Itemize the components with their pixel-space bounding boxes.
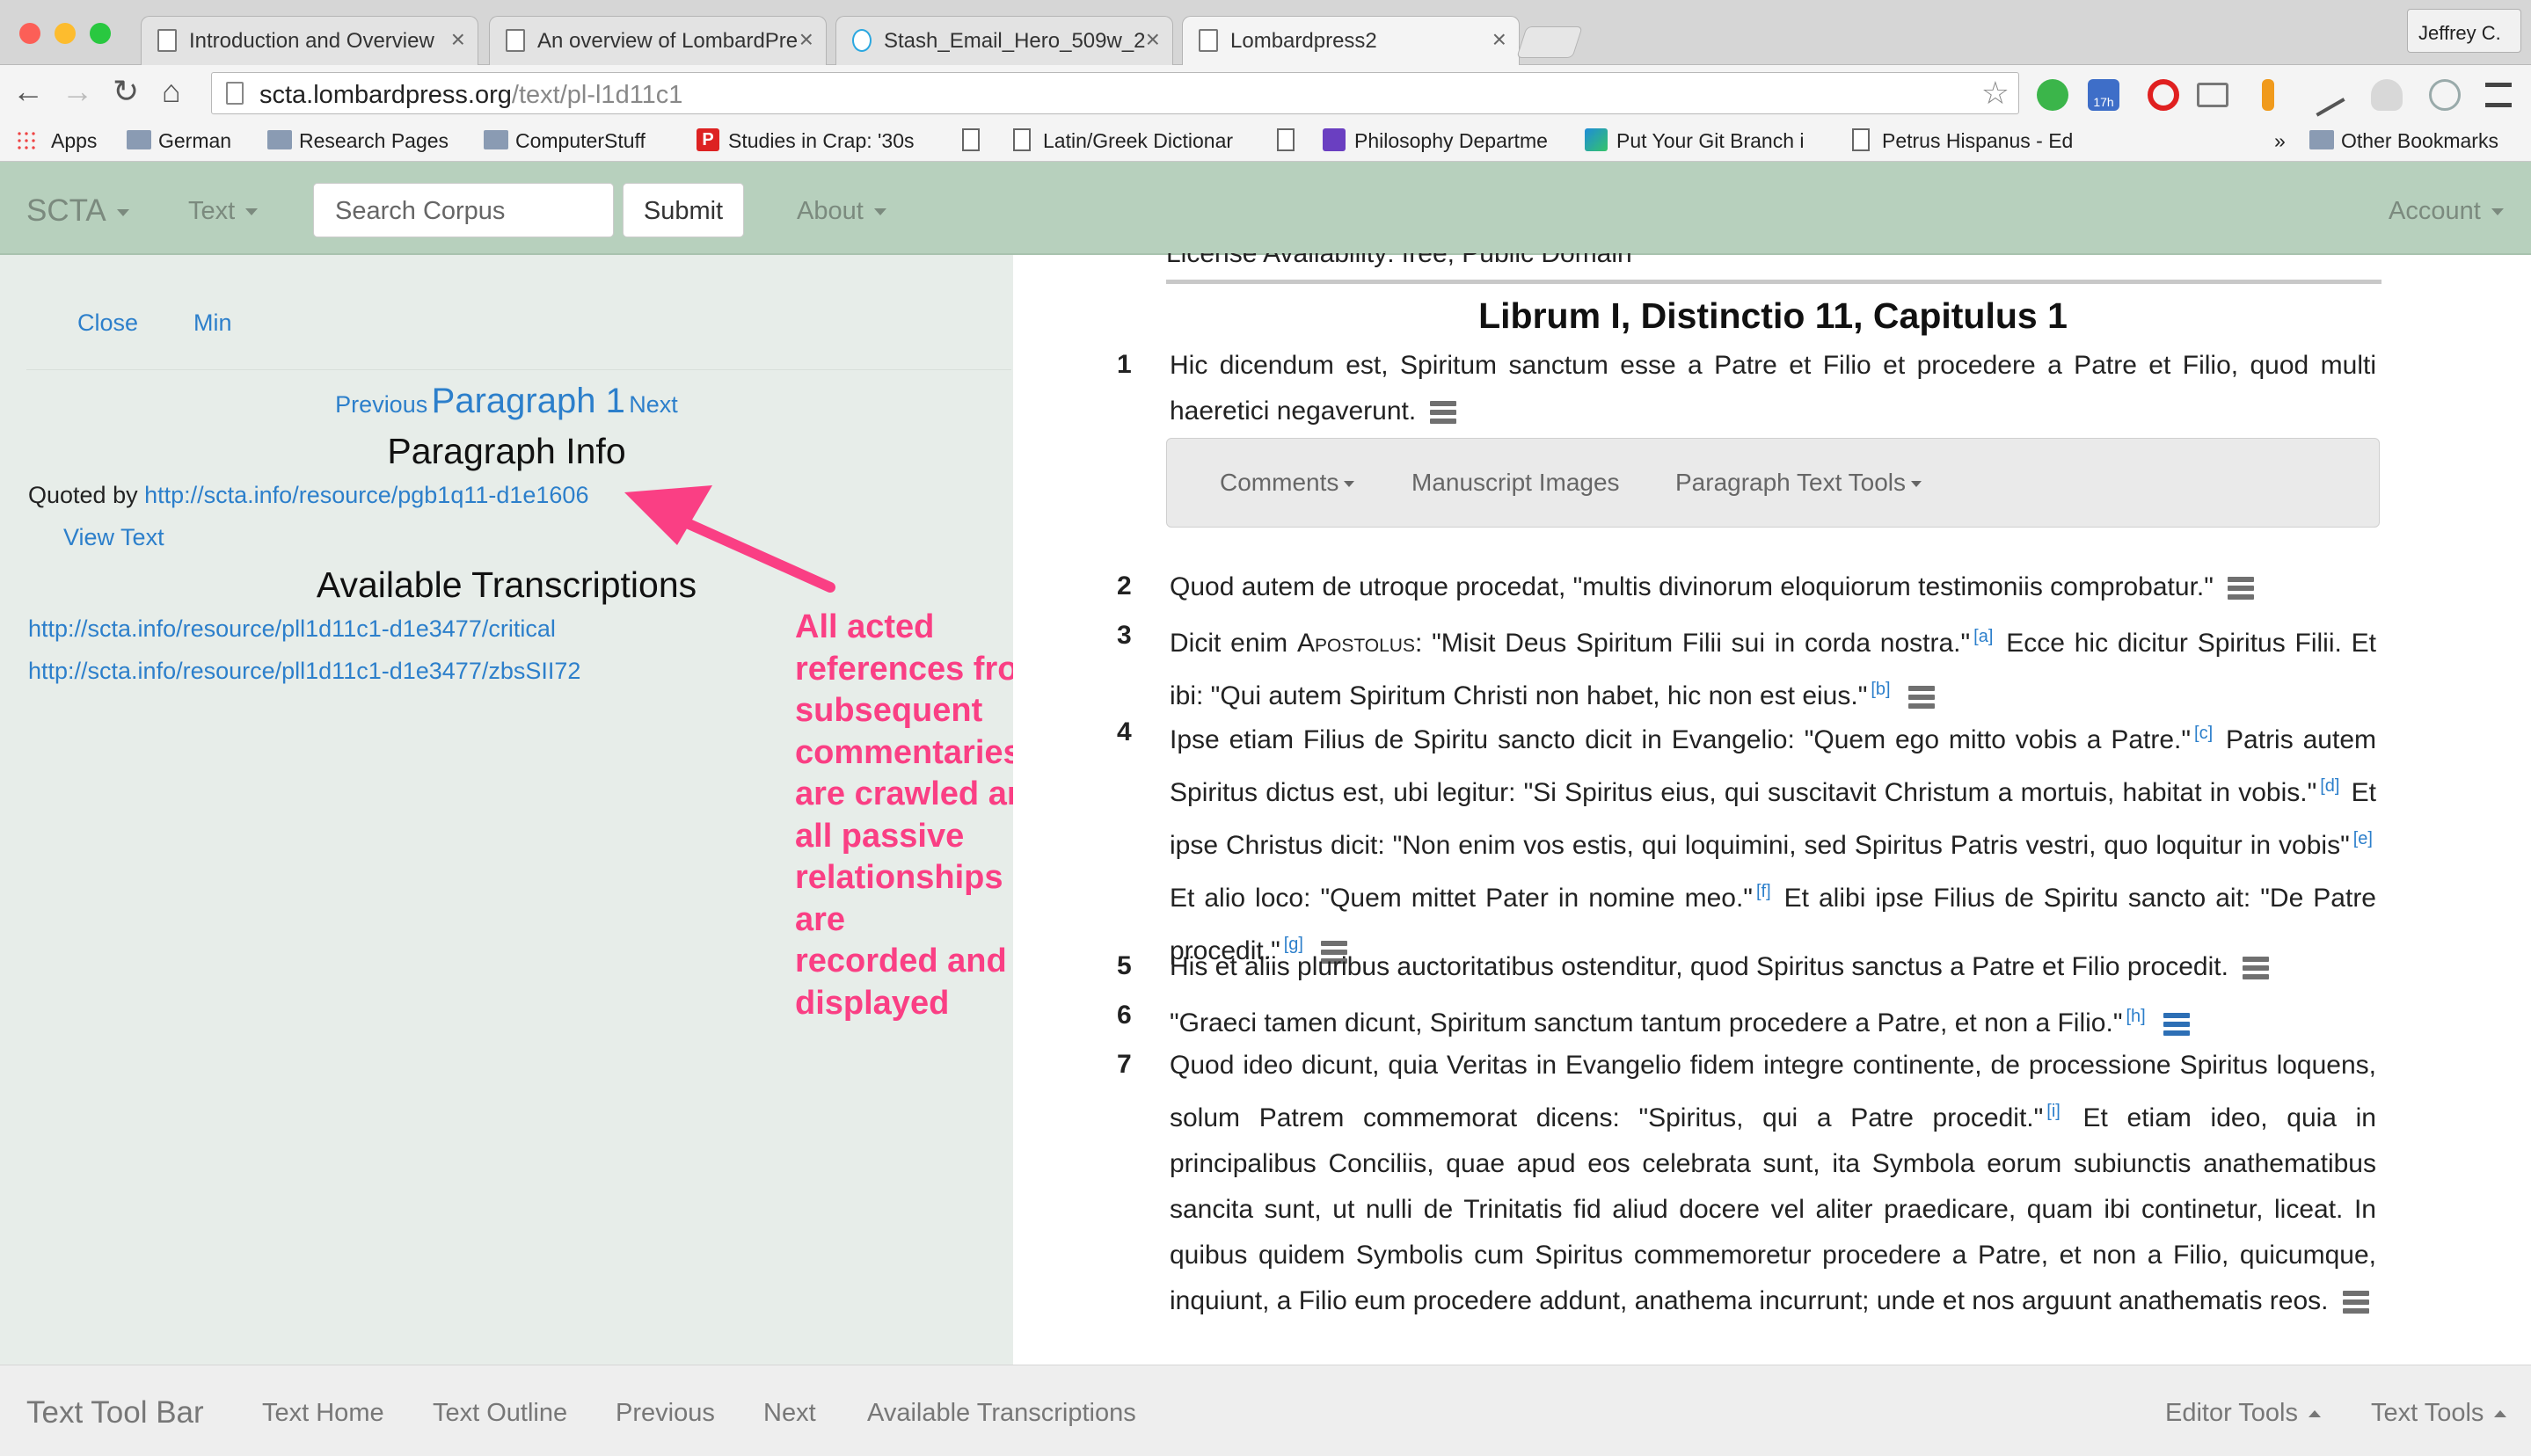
paragraph-number: 6 [1117, 1001, 1132, 1030]
paragraph-5[interactable]: His et aliis pluribus auctoritatibus ost… [1170, 944, 2376, 990]
paragraph-text: "Graeci tamen dicunt, Spiritum sanctum t… [1170, 1008, 2123, 1037]
manuscript-images-link[interactable]: Manuscript Images [1411, 469, 1620, 497]
caret-up-icon [2494, 1410, 2507, 1418]
footnote-link[interactable]: [b] [1871, 680, 1890, 699]
paragraph-7[interactable]: Quod ideo dicunt, quia Veritas in Evange… [1170, 1043, 2376, 1324]
previous-link[interactable]: Previous [616, 1399, 715, 1428]
apostolus-name: Apostolus [1296, 629, 1415, 658]
paragraph-menu-icon[interactable] [2242, 957, 2269, 980]
editor-tools-dropup[interactable]: Editor Tools [2165, 1399, 2321, 1428]
paragraph-text: Hic dicendum est, Spiritum sanctum esse … [1170, 351, 2376, 426]
text-tools-dropup[interactable]: Text Tools [2371, 1399, 2507, 1428]
footnote-link[interactable]: [h] [2126, 1007, 2145, 1026]
paragraph-3[interactable]: Dicit enim Apostolus: "Misit Deus Spirit… [1170, 614, 2376, 719]
text-tool-bar: Text Tool Bar Text Home Text Outline Pre… [0, 1365, 2531, 1456]
header-rule [1166, 280, 2381, 284]
paragraph-text-tools-label: Paragraph Text Tools [1675, 469, 1907, 496]
paragraph-tools-bar: Comments Manuscript Images Paragraph Tex… [1166, 438, 2380, 528]
caret-down-icon [1344, 481, 1355, 488]
footnote-link[interactable]: [f] [1756, 882, 1771, 901]
footnote-link[interactable]: [a] [1973, 627, 1993, 646]
paragraph-text: : "Misit Deus Spiritum Filii sui in cord… [1414, 629, 1971, 658]
paragraph-text-tools-dropdown[interactable]: Paragraph Text Tools [1675, 469, 1922, 497]
footnote-link[interactable]: [i] [2046, 1102, 2061, 1121]
paragraph-number: 2 [1117, 571, 1132, 601]
available-transcriptions-link[interactable]: Available Transcriptions [867, 1399, 1136, 1428]
paragraph-menu-icon[interactable] [2227, 577, 2254, 601]
text-tool-bar-title: Text Tool Bar [26, 1395, 204, 1430]
editor-tools-label: Editor Tools [2165, 1399, 2298, 1427]
next-link[interactable]: Next [763, 1399, 816, 1428]
paragraph-number: 1 [1117, 350, 1132, 379]
caret-up-icon [2309, 1410, 2321, 1418]
paragraph-number: 3 [1117, 621, 1132, 650]
caret-down-icon [1911, 481, 1922, 488]
paragraph-text: Ipse etiam Filius de Spiritu sancto dici… [1170, 725, 2192, 754]
paragraph-text: Dicit enim [1170, 629, 1297, 658]
paragraph-menu-icon[interactable] [2163, 1013, 2190, 1037]
paragraph-number: 4 [1117, 717, 1132, 746]
text-tools-label: Text Tools [2371, 1399, 2484, 1427]
comments-label: Comments [1220, 469, 1339, 496]
paragraph-menu-icon[interactable] [2342, 1291, 2369, 1314]
comments-dropdown[interactable]: Comments [1220, 469, 1355, 497]
paragraph-1[interactable]: Hic dicendum est, Spiritum sanctum esse … [1170, 343, 2376, 434]
chapter-heading: Librum I, Distinctio 11, Capitulus 1 [1478, 295, 2068, 336]
paragraph-4[interactable]: Ipse etiam Filius de Spiritu sancto dici… [1170, 710, 2376, 974]
text-outline-link[interactable]: Text Outline [433, 1399, 567, 1428]
paragraph-number: 5 [1117, 951, 1132, 980]
paragraph-2[interactable]: Quod autem de utroque procedat, "multis … [1170, 564, 2376, 610]
footnote-link[interactable]: [e] [2353, 829, 2373, 848]
paragraph-menu-icon[interactable] [1907, 686, 1935, 710]
paragraph-text: Et etiam ideo, quia in principalibus Con… [1170, 1103, 2376, 1315]
footnote-link[interactable]: [c] [2194, 724, 2213, 743]
paragraph-text: Et alio loco: "Quem mittet Pater in nomi… [1170, 884, 1753, 913]
paragraph-number: 7 [1117, 1050, 1132, 1079]
paragraph-menu-icon[interactable] [1430, 401, 1457, 425]
paragraph-6[interactable]: "Graeci tamen dicunt, Spiritum sanctum t… [1170, 994, 2376, 1046]
paragraph-text: His et aliis pluribus auctoritatibus ost… [1170, 952, 2228, 981]
paragraph-text: Quod autem de utroque procedat, "multis … [1170, 572, 2214, 601]
text-home-link[interactable]: Text Home [262, 1399, 384, 1428]
footnote-link[interactable]: [d] [2320, 776, 2339, 796]
